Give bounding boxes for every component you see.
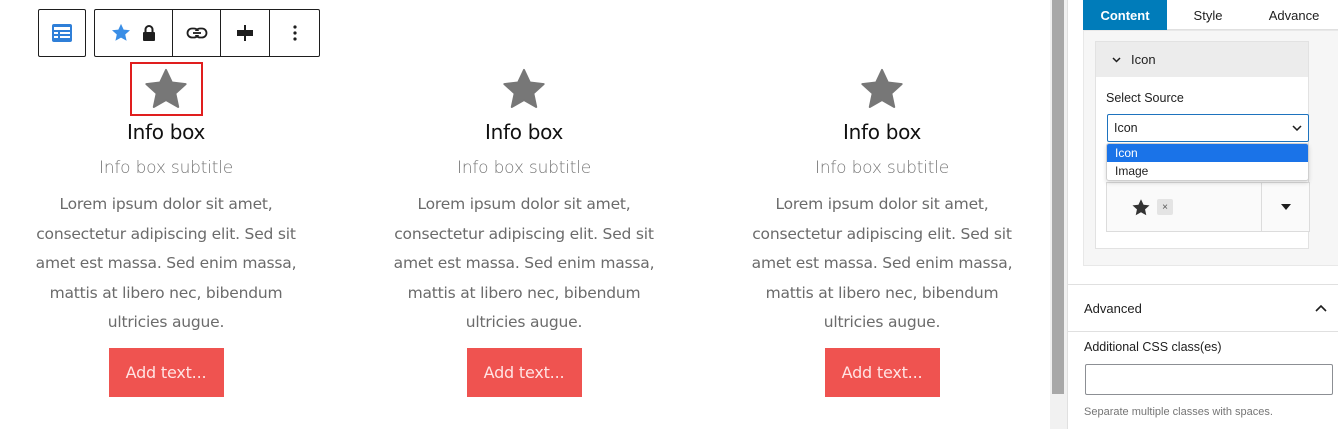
editor-canvas: Info box Info box subtitle Lorem ipsum d… xyxy=(0,0,1050,429)
tab-advance[interactable]: Advance xyxy=(1249,0,1338,30)
icon-section-title: Icon xyxy=(1131,52,1156,67)
info-box-button[interactable]: Add text... xyxy=(466,347,582,397)
info-box-title[interactable]: Info box xyxy=(485,120,563,144)
star-icon xyxy=(503,68,545,108)
icon-section-header[interactable]: Icon xyxy=(1096,42,1308,77)
icon-section: Icon Select Source Icon Icon Image × xyxy=(1095,41,1310,249)
info-box-button[interactable]: Add text... xyxy=(108,347,224,397)
info-box-icon-wrapper[interactable] xyxy=(488,62,561,116)
caret-down-icon xyxy=(1280,204,1291,210)
info-box-icon-wrapper[interactable] xyxy=(846,62,919,116)
tab-style[interactable]: Style xyxy=(1167,0,1249,30)
info-box-description[interactable]: Lorem ipsum dolor sit amet, consectetur … xyxy=(393,190,655,338)
link-button[interactable] xyxy=(173,10,222,56)
css-classes-label: Additional CSS class(es) xyxy=(1084,340,1222,354)
info-box-subtitle[interactable]: Info box subtitle xyxy=(457,158,591,178)
css-classes-help: Separate multiple classes with spaces. xyxy=(1084,406,1273,418)
align-icon xyxy=(237,25,254,41)
select-source-value: Icon xyxy=(1114,121,1138,135)
select-source-label: Select Source xyxy=(1106,91,1184,105)
settings-sidebar: Content Style Advance Icon Select Source… xyxy=(1067,0,1338,429)
option-image[interactable]: Image xyxy=(1107,162,1308,180)
block-type-button[interactable] xyxy=(38,9,86,57)
info-box-subtitle[interactable]: Info box subtitle xyxy=(99,158,233,178)
chevron-up-icon xyxy=(1315,304,1327,312)
info-box[interactable]: Info box Info box subtitle Lorem ipsum d… xyxy=(31,62,301,397)
select-source-options: Icon Image xyxy=(1106,143,1309,181)
block-table-icon xyxy=(52,24,72,42)
info-box-description[interactable]: Lorem ipsum dolor sit amet, consectetur … xyxy=(35,190,297,338)
info-box-subtitle[interactable]: Info box subtitle xyxy=(815,158,949,178)
lock-icon xyxy=(143,25,156,41)
icon-lock-button[interactable] xyxy=(95,10,173,56)
info-box-description[interactable]: Lorem ipsum dolor sit amet, consectetur … xyxy=(751,190,1013,338)
icon-picker-toggle[interactable] xyxy=(1261,183,1309,231)
star-icon xyxy=(112,23,131,41)
tab-content[interactable]: Content xyxy=(1083,0,1167,35)
block-toolbar xyxy=(94,9,320,57)
info-box[interactable]: Info box Info box subtitle Lorem ipsum d… xyxy=(389,62,659,397)
chevron-down-icon xyxy=(1292,125,1302,131)
css-classes-input[interactable] xyxy=(1085,364,1333,395)
chevron-down-icon xyxy=(1112,56,1121,63)
info-box-title[interactable]: Info box xyxy=(127,120,205,144)
advanced-panel-title: Advanced xyxy=(1084,300,1142,316)
info-box[interactable]: Info box Info box subtitle Lorem ipsum d… xyxy=(747,62,1017,397)
link-icon xyxy=(186,27,207,39)
sidebar-tabs: Content Style Advance xyxy=(1083,0,1338,35)
info-box-icon-wrapper[interactable] xyxy=(129,62,203,116)
star-icon xyxy=(145,68,187,108)
star-icon xyxy=(1132,198,1150,215)
info-box-button[interactable]: Add text... xyxy=(824,347,940,397)
clear-icon-button[interactable]: × xyxy=(1157,199,1173,215)
align-button[interactable] xyxy=(221,10,271,56)
canvas-scrollbar-thumb[interactable] xyxy=(1052,0,1064,394)
icon-picker[interactable]: × xyxy=(1106,182,1310,232)
option-icon[interactable]: Icon xyxy=(1107,144,1308,162)
info-box-title[interactable]: Info box xyxy=(843,120,921,144)
star-icon xyxy=(861,68,903,108)
more-vertical-icon xyxy=(293,25,297,41)
advanced-panel-header[interactable]: Advanced xyxy=(1068,284,1338,332)
select-source-dropdown[interactable]: Icon xyxy=(1107,114,1309,142)
icon-picker-selection[interactable]: × xyxy=(1107,183,1261,231)
more-options-button[interactable] xyxy=(270,10,319,56)
